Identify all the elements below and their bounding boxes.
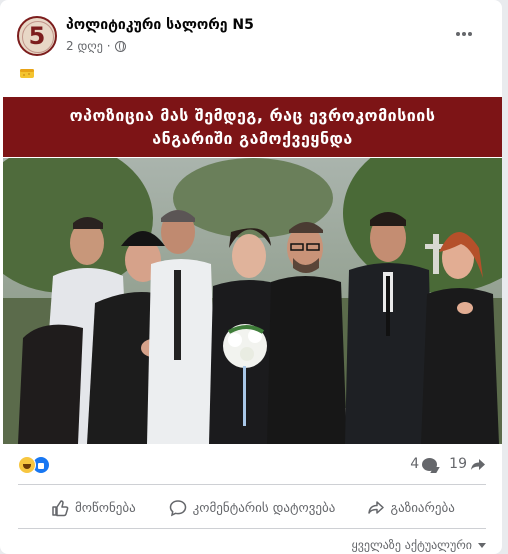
- comment-bubble-icon: [169, 500, 186, 517]
- headline-banner: ოპოზიცია მას შემდეგ, რაც ევროკომისიის ან…: [3, 97, 502, 157]
- comment-count-link[interactable]: 4: [410, 456, 438, 472]
- like-button[interactable]: მოწონება: [18, 490, 169, 526]
- thumbs-up-icon: [52, 500, 69, 517]
- haha-reaction-icon: [18, 456, 36, 474]
- share-label: გაზიარება: [390, 500, 455, 516]
- share-button[interactable]: გაზიარება: [335, 490, 486, 526]
- comment-count: 4: [410, 456, 420, 472]
- page-name-link[interactable]: პოლიტიკური სალორე N5: [66, 17, 254, 33]
- post-time[interactable]: 2 დღე: [66, 39, 103, 53]
- post-meta: 2 დღე ·: [66, 39, 126, 53]
- post-image[interactable]: [3, 158, 502, 444]
- more-horizontal-icon: [456, 32, 460, 36]
- post-actions: მოწონება კომენტარის დატოვება გაზიარება: [18, 490, 486, 526]
- divider-bottom: [18, 528, 486, 529]
- reaction-summary[interactable]: [18, 456, 50, 474]
- page-avatar[interactable]: 5: [17, 16, 57, 56]
- comment-label: კომენტარის დატოვება: [192, 500, 336, 516]
- share-count: 19: [449, 456, 467, 472]
- funeral-scene-image: [3, 158, 502, 444]
- avatar-number: 5: [28, 22, 46, 50]
- share-arrow-icon: [367, 501, 384, 514]
- share-count-link[interactable]: 19: [449, 456, 486, 472]
- sponge-emoji-icon: [20, 69, 34, 78]
- globe-icon: [114, 40, 126, 52]
- divider-top: [18, 484, 486, 485]
- more-options-button[interactable]: [450, 24, 478, 44]
- comment-sort-dropdown[interactable]: ყველაზე აქტუალური: [351, 538, 486, 552]
- share-count-icon: [471, 458, 485, 470]
- like-label: მოწონება: [74, 500, 136, 516]
- comment-button[interactable]: კომენტარის დატოვება: [169, 490, 336, 526]
- meta-separator: ·: [106, 39, 111, 53]
- engagement-counts: 4 19: [410, 456, 486, 472]
- comment-count-icon: [422, 457, 438, 471]
- headline-line-2: ანგარიში გამოქვეყნდა: [152, 129, 353, 148]
- chevron-down-icon: [478, 542, 486, 548]
- sort-label: ყველაზე აქტუალური: [351, 538, 472, 552]
- headline-line-1: ოპოზიცია მას შემდეგ, რაც ევროკომისიის: [69, 106, 436, 125]
- post-card: 5 პოლიტიკური სალორე N5 2 დღე · ოპოზიცია …: [0, 0, 502, 554]
